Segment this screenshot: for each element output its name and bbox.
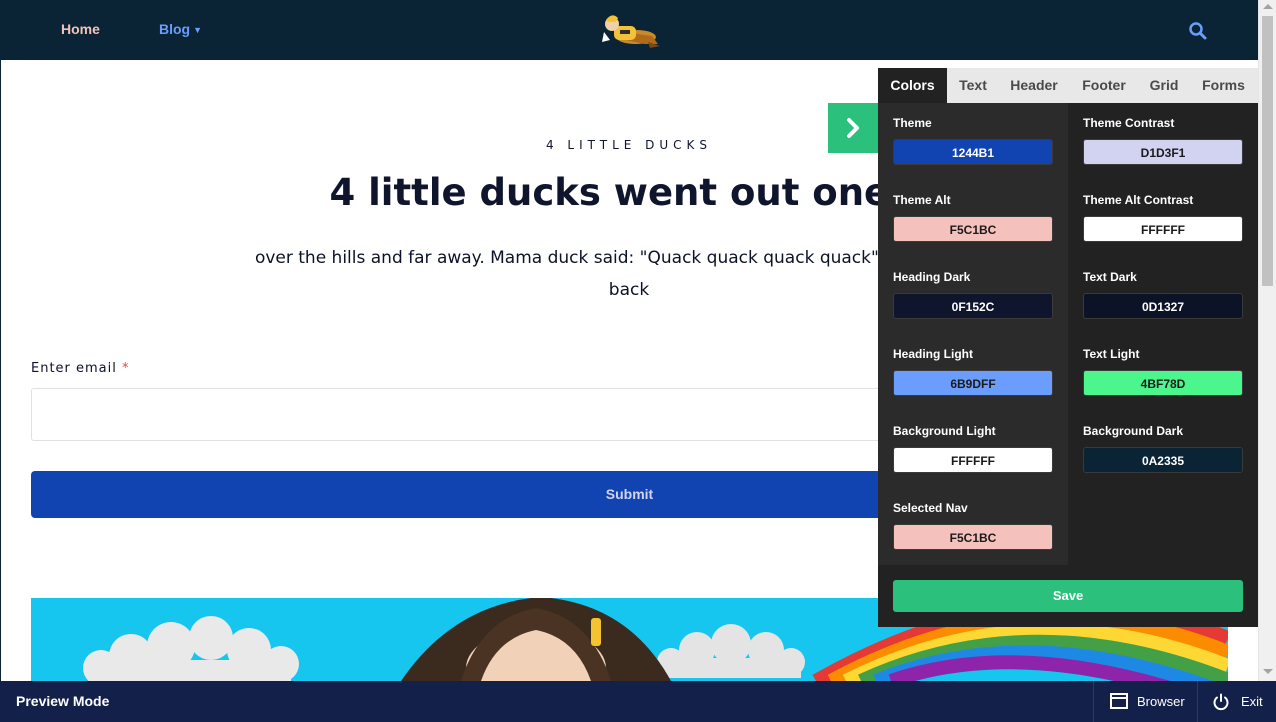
color-setting-label: Heading Dark [893,270,971,284]
color-setting-label: Background Dark [1083,424,1184,438]
color-setting-label: Heading Light [893,347,973,361]
color-setting-text-light: Text Light 4BF78D [1068,334,1258,411]
tab-text[interactable]: Text [947,68,999,103]
page-left-border [0,60,1,681]
tab-forms[interactable]: Forms [1189,68,1258,103]
scroll-down-arrow-icon[interactable] [1263,669,1273,674]
exit-label: Exit [1241,694,1263,709]
email-label: Enter email * [31,361,130,376]
color-setting-background-light: Background Light FFFFFF [878,411,1068,488]
color-setting-label: Text Dark [1083,270,1137,284]
color-setting-label: Theme Contrast [1083,116,1175,130]
color-setting-label: Theme Alt [893,193,951,207]
browser-label: Browser [1137,694,1185,709]
scroll-up-arrow-icon[interactable] [1263,4,1273,9]
color-setting-label: Theme Alt Contrast [1083,193,1194,207]
tab-footer[interactable]: Footer [1069,68,1139,103]
vertical-scrollbar[interactable] [1258,0,1276,681]
color-setting-label: Theme [893,116,932,130]
color-setting-theme-contrast: Theme Contrast D1D3F1 [1068,103,1258,180]
color-swatch-input[interactable]: 0D1327 [1083,293,1243,319]
save-button[interactable]: Save [893,580,1243,612]
email-label-text: Enter email [31,361,117,376]
color-setting-text-dark: Text Dark 0D1327 [1068,257,1258,334]
color-swatch-input[interactable]: 4BF78D [1083,370,1243,396]
settings-tabs: Colors Text Header Footer Grid Forms [878,68,1258,103]
color-swatch-input[interactable]: FFFFFF [1083,216,1243,242]
preview-bottom-bar: Preview Mode Browser Exit [0,681,1276,722]
chevron-right-icon [847,118,859,138]
preview-mode-label: Preview Mode [16,693,110,709]
color-setting-theme: Theme 1244B1 [878,103,1068,180]
color-swatch-input[interactable]: D1D3F1 [1083,139,1243,165]
browser-window-icon [1110,693,1128,709]
nav-blog-label: Blog [159,21,191,37]
color-setting-heading-dark: Heading Dark 0F152C [878,257,1068,334]
color-setting-heading-light: Heading Light 6B9DFF [878,334,1068,411]
color-setting-label: Text Light [1083,347,1140,361]
color-swatch-input[interactable]: F5C1BC [893,216,1053,242]
exit-button[interactable]: Exit [1197,681,1276,722]
top-navbar: Home Blog ▼ [0,0,1258,60]
nav-blog-link[interactable]: Blog ▼ [159,21,202,37]
color-setting-label: Background Light [893,424,996,438]
color-swatch-input[interactable]: 1244B1 [893,139,1053,165]
scrollbar-thumb[interactable] [1262,16,1273,286]
color-swatch-input[interactable]: 6B9DFF [893,370,1053,396]
color-setting-theme-alt-contrast: Theme Alt Contrast FFFFFF [1068,180,1258,257]
color-setting-background-dark: Background Dark 0A2335 [1068,411,1258,488]
tab-header[interactable]: Header [999,68,1069,103]
theme-settings-panel: Colors Text Header Footer Grid Forms The… [878,68,1258,627]
tab-colors[interactable]: Colors [878,68,947,103]
nav-home-link[interactable]: Home [61,21,100,37]
required-marker: * [122,361,130,376]
color-swatch-input[interactable]: 0F152C [893,293,1053,319]
search-icon[interactable] [1188,21,1208,41]
color-setting-label: Selected Nav [893,501,968,515]
duck-logo[interactable] [600,10,662,50]
color-setting-theme-alt: Theme Alt F5C1BC [878,180,1068,257]
browser-button[interactable]: Browser [1093,681,1197,722]
empty-grid-cell [1068,488,1258,565]
chevron-down-icon: ▼ [193,25,203,35]
color-swatch-input[interactable]: F5C1BC [893,524,1053,550]
color-setting-selected-nav: Selected Nav F5C1BC [878,488,1068,565]
color-swatch-input[interactable]: FFFFFF [893,447,1053,473]
power-icon [1213,693,1229,711]
panel-toggle-button[interactable] [828,103,878,153]
color-swatch-input[interactable]: 0A2335 [1083,447,1243,473]
tab-grid[interactable]: Grid [1139,68,1189,103]
